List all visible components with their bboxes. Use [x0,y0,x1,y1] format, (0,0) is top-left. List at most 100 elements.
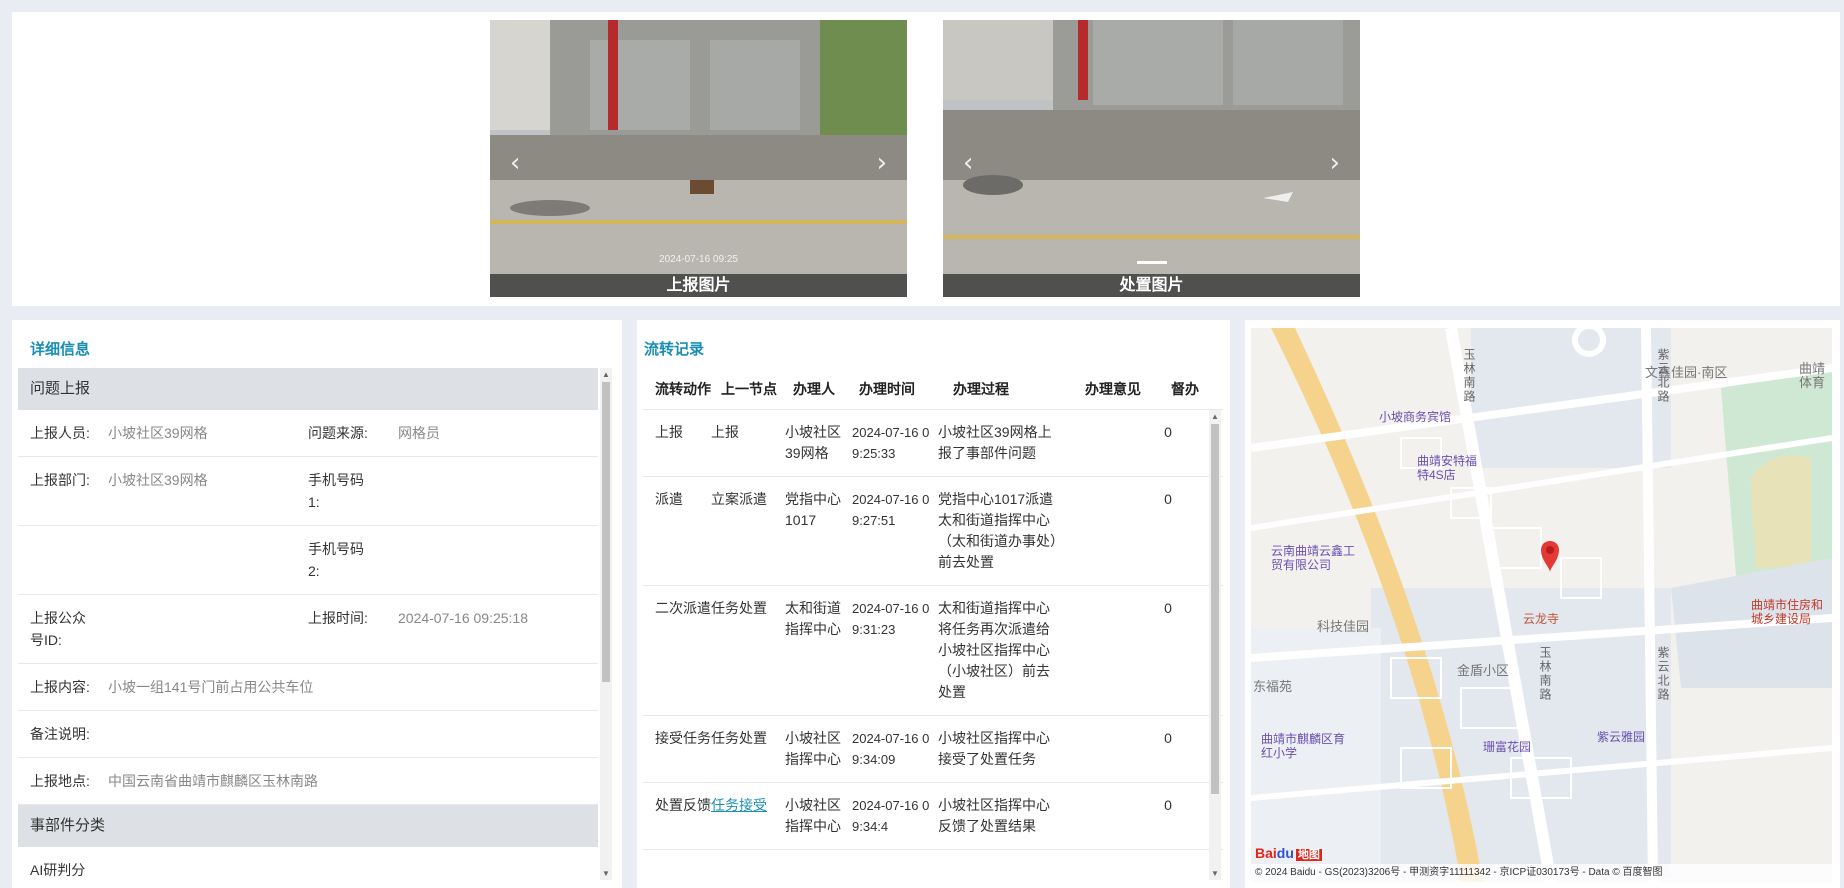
map-poi-label[interactable]: 曲靖安特福特4S店 [1417,454,1477,482]
cell-process: 小坡社区指挥中心接受了处置任务 [938,730,1050,767]
detail-row: 上报地点: 中国云南省曲靖市麒麟区玉林南路 [18,758,598,805]
field-value [92,595,308,663]
cell-opinion [1058,477,1148,585]
cell-opinion [1058,586,1148,715]
field-value: 小坡社区39网格 [108,472,208,488]
cell-process: 太和街道指挥中心将任务再次派遣给小坡社区指挥中心（小坡社区）前去处置 [938,600,1050,700]
scroll-up-icon[interactable]: ▲ [600,370,612,379]
cell-time: 2024-07-16 09:34:09 [852,731,930,767]
next-arrow[interactable]: › [1330,148,1340,178]
detail-scroll-area[interactable]: 问题上报 上报人员: 小坡社区39网格 问题来源: 网格员 上报部门: 小坡社区… [18,368,614,880]
field-label: 上报部门: [30,472,90,488]
map-label: 曲靖体育 [1799,361,1826,390]
field-value: 中国云南省曲靖市麒麟区玉林南路 [108,773,318,789]
cell-handler: 小坡社区指挥中心 [785,797,841,834]
cell-supervise: 0 [1164,491,1172,507]
map-poi-label[interactable]: 紫云雅园 [1597,728,1645,745]
cell-handler: 太和街道指挥中心 [785,600,841,637]
baidu-map[interactable]: 文鑫佳园·南区 小坡商务宾馆 曲靖安特福特4S店 云南曲靖云鑫工贸有限公司 科技… [1251,328,1832,882]
field-label: 上报内容: [30,679,90,695]
baidu-logo[interactable]: Baidu 地图 [1255,845,1322,862]
field-label: 上报人员: [30,425,90,441]
map-poi-label[interactable]: 云龙寺 [1523,610,1559,627]
detail-row: 手机号码2: [18,526,598,595]
task-accept-link[interactable]: 任务接受 [711,783,785,849]
detail-row: 上报公众号ID: 上报时间: 2024-07-16 09:25:18 [18,595,598,664]
col-header: 上一节点 [721,381,777,397]
field-label: 上报公众号ID: [30,610,86,648]
section-report: 问题上报 [18,368,598,410]
col-header: 流转动作 [655,381,711,397]
detail-panel: 详细信息 问题上报 上报人员: 小坡社区39网格 问题来源: 网格员 上报部门:… [12,320,622,888]
cell-time: 2024-07-16 09:31:23 [852,601,930,637]
cell-prev: 任务处置 [711,600,767,616]
flow-table-body[interactable]: 上报 上报 小坡社区39网格 2024-07-16 09:25:33 小坡社区3… [643,410,1223,880]
field-value: 2024-07-16 09:25:18 [398,610,528,626]
table-row: 上报 上报 小坡社区39网格 2024-07-16 09:25:33 小坡社区3… [643,410,1223,477]
field-label: 问题来源: [308,425,368,441]
cell-handler: 小坡社区39网格 [785,424,841,461]
prev-arrow[interactable]: ‹ [963,148,973,178]
section-category: 事部件分类 [18,805,598,847]
field-label: 手机号码2: [308,541,364,579]
map-poi-label[interactable]: 曲靖市住房和城乡建设局 [1751,598,1825,626]
cell-action: 派遣 [655,491,683,507]
cell-opinion [1058,716,1148,782]
scroll-thumb[interactable] [602,382,610,682]
detail-row: 备注说明: [18,711,598,758]
table-row: 接受任务 任务处置 小坡社区指挥中心 2024-07-16 09:34:09 小… [643,716,1223,783]
field-value [368,457,598,525]
logo-text: du [1276,845,1294,861]
cell-process: 党指中心1017派遣太和街道指挥中心（太和街道办事处）前去处置 [938,491,1057,570]
map-label: 科技佳园 [1317,619,1370,634]
cell-time: 2024-07-16 09:25:33 [852,425,930,461]
cell-process: 小坡社区39网格上报了事部件问题 [938,424,1052,461]
scroll-down-icon[interactable]: ▼ [1209,869,1221,878]
map-road-label: 紫云北路 [1656,348,1670,404]
logo-text: 地图 [1295,849,1322,861]
flow-panel: 流转记录 流转动作 上一节点 办理人 办理时间 办理过程 办理意见 督办 上报 … [637,320,1230,888]
field-value [104,526,308,594]
map-poi-label[interactable]: 曲靖市麒麟区育红小学 [1261,732,1351,760]
cell-handler: 党指中心1017 [785,491,841,528]
map-poi-label[interactable]: 珊富花园 [1483,738,1531,755]
detail-scrollbar[interactable]: ▲ ▼ [600,368,612,880]
scroll-down-icon[interactable]: ▼ [600,869,612,878]
cell-supervise: 0 [1164,600,1172,616]
cell-opinion [1058,410,1148,476]
scroll-up-icon[interactable]: ▲ [1209,412,1221,421]
map-road-label: 玉林南路 [1462,348,1476,404]
handle-photo[interactable]: ‹ › 处置图片 [943,20,1360,297]
table-row: 处置反馈 任务接受 小坡社区指挥中心 2024-07-16 09:34:4 小坡… [643,783,1223,850]
map-poi-label[interactable]: 云南曲靖云鑫工贸有限公司 [1271,544,1361,572]
map-label: 东福苑 [1253,679,1293,694]
logo-text: Bai [1255,845,1277,861]
flow-title: 流转记录 [644,341,705,358]
cell-prev: 上报 [711,424,739,440]
field-label: AI研判分类: [30,862,86,878]
detail-title: 详细信息 [30,341,91,358]
next-arrow[interactable]: › [877,148,887,178]
report-photo[interactable]: ‹ › 2024-07-16 09:25 上报图片 [490,20,907,297]
field-value: 网格员 [398,425,440,441]
map-label: 金盾小区 [1457,663,1510,678]
cell-time: 2024-07-16 09:27:51 [852,492,930,528]
map-poi-label[interactable]: 小坡商务宾馆 [1379,408,1451,425]
col-header: 办理意见 [1085,381,1141,397]
scroll-thumb[interactable] [1211,424,1219,794]
map-road-label: 玉林南路 [1538,646,1552,702]
cell-prev: 立案派遣 [711,491,767,507]
flow-scrollbar[interactable]: ▲ ▼ [1209,410,1221,880]
detail-row: 上报人员: 小坡社区39网格 问题来源: 网格员 [18,410,598,457]
detail-row: 上报部门: 小坡社区39网格 手机号码1: [18,457,598,526]
map-canvas [1251,328,1832,882]
col-header: 办理时间 [859,381,915,397]
map-panel: 文鑫佳园·南区 小坡商务宾馆 曲靖安特福特4S店 云南曲靖云鑫工贸有限公司 科技… [1245,320,1840,888]
carousel-indicator[interactable] [943,251,1360,269]
prev-arrow[interactable]: ‹ [510,148,520,178]
cell-process: 小坡社区指挥中心反馈了处置结果 [938,797,1050,834]
field-label: 手机号码1: [308,472,364,510]
field-label: 上报时间: [308,610,368,626]
handle-photo-caption: 处置图片 [943,274,1360,297]
cell-supervise: 0 [1164,797,1172,813]
